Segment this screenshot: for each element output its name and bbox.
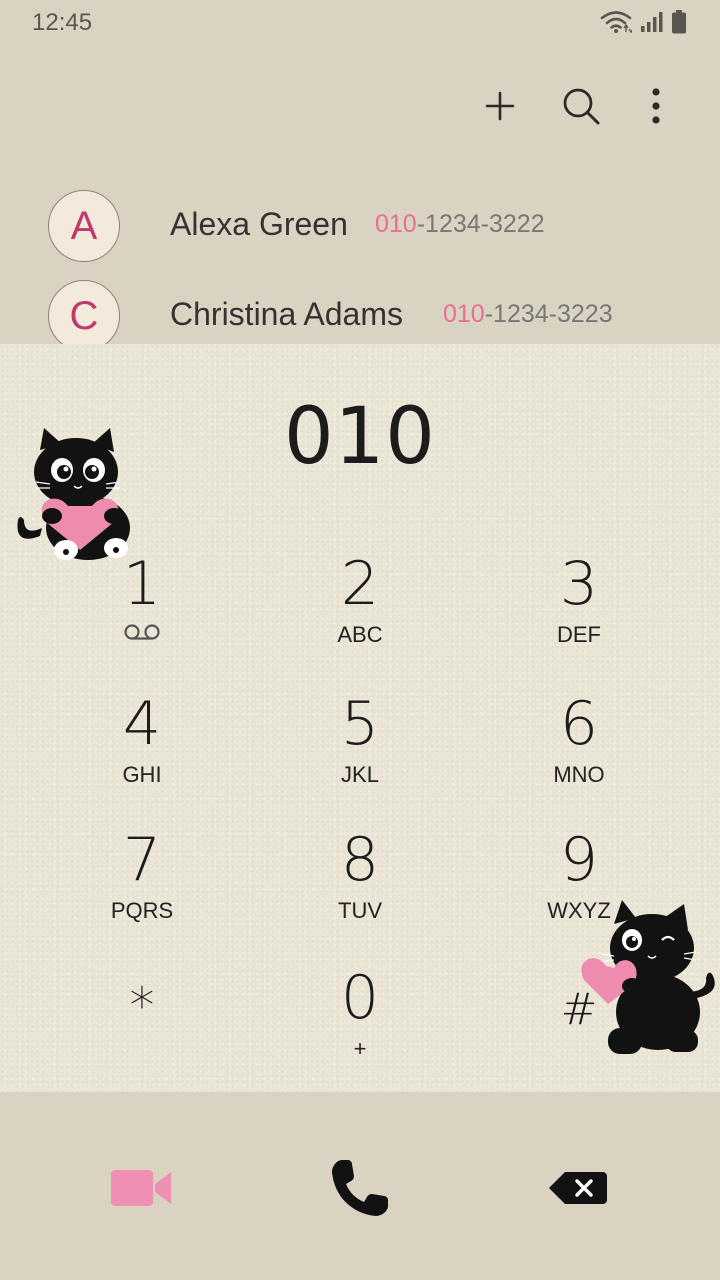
dial-key-6[interactable]: 6 MNO xyxy=(469,692,689,822)
number-match: 010 xyxy=(375,210,417,238)
backspace-icon xyxy=(549,1172,607,1204)
key-digit: 7 xyxy=(122,825,162,895)
dial-key-0[interactable]: 0 + xyxy=(250,966,470,1096)
dial-key-star[interactable]: * xyxy=(32,966,252,1096)
signal-icon xyxy=(641,12,663,32)
dial-key-7[interactable]: 7 PQRS xyxy=(32,828,252,958)
status-time: 12:45 xyxy=(32,9,93,36)
dialpad: 010 1 2 ABC 3 DEF 4 GHI 5 JKL 6 MNO 7 PQ… xyxy=(0,344,720,1092)
add-contact-button[interactable] xyxy=(476,82,524,130)
key-digit: 3 xyxy=(559,549,599,619)
dial-key-5[interactable]: 5 JKL xyxy=(250,692,470,822)
phone-icon xyxy=(332,1160,388,1216)
wifi-icon xyxy=(600,11,632,34)
video-call-button[interactable] xyxy=(92,1148,192,1228)
key-letters: + xyxy=(353,1036,367,1061)
key-digit: * xyxy=(129,977,155,1035)
dial-key-3[interactable]: 3 DEF xyxy=(469,552,689,682)
dial-key-2[interactable]: 2 ABC xyxy=(250,552,470,682)
video-camera-icon xyxy=(111,1170,171,1206)
avatar: A xyxy=(48,190,120,262)
key-digit: 5 xyxy=(340,689,380,759)
contact-name: Alexa Green xyxy=(170,206,348,242)
key-digit: 6 xyxy=(559,689,599,759)
more-options-button[interactable] xyxy=(632,82,680,130)
search-button[interactable] xyxy=(557,82,605,130)
cat-sticker-icon xyxy=(17,428,130,560)
cat-sticker-icon xyxy=(581,900,715,1054)
plus-icon xyxy=(485,91,515,121)
dial-key-1[interactable]: 1 xyxy=(32,552,252,682)
dial-key-4[interactable]: 4 GHI xyxy=(32,692,252,822)
status-icons xyxy=(600,10,686,34)
number-rest: -1234-3222 xyxy=(416,210,545,238)
number-match: 010 xyxy=(443,300,485,328)
contact-name: Christina Adams xyxy=(170,296,403,332)
key-digit: 0 xyxy=(340,963,380,1033)
avatar: C xyxy=(48,280,120,352)
key-digit: 2 xyxy=(340,549,380,619)
battery-icon xyxy=(672,10,686,34)
number-rest: -1234-3223 xyxy=(484,300,613,328)
key-digit: 8 xyxy=(340,825,380,895)
dial-key-8[interactable]: 8 TUV xyxy=(250,828,470,958)
call-actions-bar xyxy=(0,1092,720,1280)
key-letters: DEF xyxy=(557,622,601,647)
backspace-button[interactable] xyxy=(528,1148,628,1228)
search-icon xyxy=(563,88,600,125)
contact-number: 010-1234-3223 xyxy=(443,300,613,329)
contact-number: 010-1234-3222 xyxy=(375,210,545,239)
contact-suggestion[interactable]: A Alexa Green 010-1234-3222 xyxy=(0,190,720,280)
key-digit: 4 xyxy=(122,689,162,759)
key-letters: JKL xyxy=(341,762,379,787)
more-vertical-icon xyxy=(652,88,660,124)
key-letters: MNO xyxy=(553,762,605,787)
key-letters: PQRS xyxy=(110,898,174,923)
key-digit: 1 xyxy=(122,549,162,619)
action-bar xyxy=(0,70,720,140)
key-digit: 9 xyxy=(559,825,599,895)
key-letters: GHI xyxy=(122,762,162,787)
key-letters: TUV xyxy=(338,898,382,923)
call-button[interactable] xyxy=(310,1148,410,1228)
key-letters: ABC xyxy=(337,622,383,647)
status-bar: 12:45 xyxy=(0,0,720,50)
voicemail-icon xyxy=(32,622,252,648)
